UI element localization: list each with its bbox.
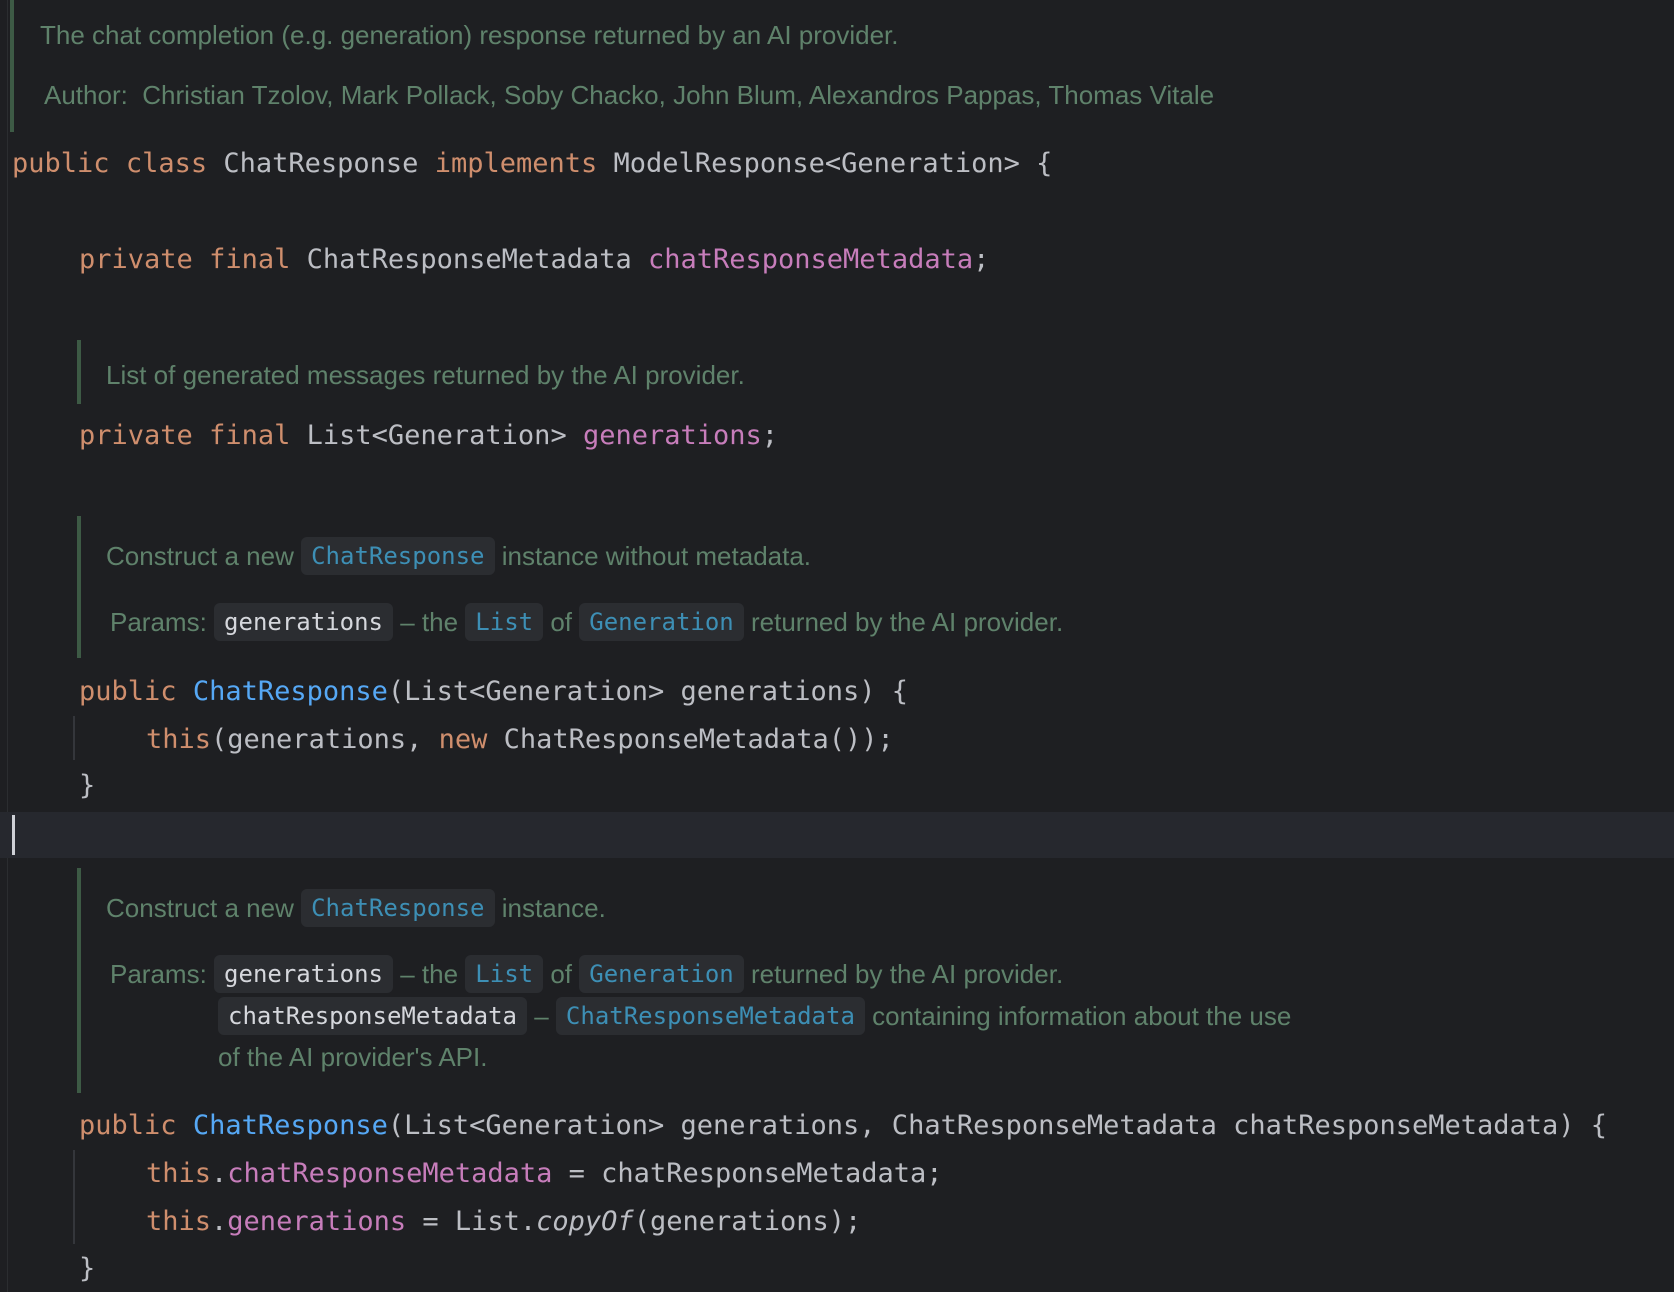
param-name: chatResponseMetadata	[218, 997, 527, 1035]
method-call[interactable]: copyOf	[536, 1206, 634, 1237]
code-text: = List.	[406, 1206, 537, 1237]
ctor1-close-brace[interactable]: }	[79, 769, 95, 803]
dot: .	[211, 1158, 228, 1189]
chat-response-metadata-link[interactable]: ChatResponseMetadata	[555, 997, 865, 1035]
close-brace: }	[79, 1253, 96, 1284]
ctor1-signature[interactable]: public ChatResponse(List<Generation> gen…	[79, 675, 908, 709]
class-name[interactable]: ChatResponse	[223, 148, 418, 179]
author-value: Christian Tzolov, Mark Pollack, Soby Cha…	[142, 80, 1215, 110]
code-text: = chatResponseMetadata;	[552, 1158, 943, 1189]
field-type[interactable]: ChatResponseMetadata	[307, 244, 632, 275]
field-doc-comment	[77, 340, 81, 404]
keyword-class: class	[125, 148, 208, 179]
doc-text: Construct a new	[106, 892, 294, 923]
text-caret	[12, 815, 15, 855]
params-label: Params:	[110, 958, 207, 989]
field-generations[interactable]: private final List<Generation> generatio…	[79, 419, 778, 453]
indent-guide	[73, 1150, 75, 1244]
doc-text: – the	[400, 958, 459, 989]
code-text: (generations);	[633, 1206, 862, 1237]
chat-response-link[interactable]: ChatResponse	[301, 889, 495, 927]
ctor1-body-line[interactable]: this(generations, new ChatResponseMetada…	[146, 723, 894, 757]
ctor2-doc-summary: Construct a new ChatResponse instance.	[106, 889, 606, 929]
ctor2-doc-param1: Params: generations – the List of Genera…	[110, 955, 1064, 995]
field-chat-response-metadata[interactable]: private final ChatResponseMetadata chatR…	[79, 243, 989, 277]
ctor2-body-line2[interactable]: this.generations = List.copyOf(generatio…	[146, 1205, 861, 1239]
field-type[interactable]: List<Generation>	[307, 420, 567, 451]
doc-text: returned by the AI provider.	[750, 606, 1064, 637]
param-name: generations	[214, 603, 393, 641]
keyword-implements: implements	[434, 148, 598, 179]
field-name[interactable]: chatResponseMetadata	[648, 244, 973, 275]
ctor1-doc-params: Params: generations – the List of Genera…	[110, 603, 1064, 643]
class-declaration[interactable]: public class ChatResponse implements Mod…	[12, 147, 1052, 181]
ctor-params[interactable]: (List<Generation> generations) {	[388, 676, 908, 707]
ctor2-doc-param2: chatResponseMetadata – ChatResponseMetad…	[218, 997, 1292, 1037]
doc-text: of	[550, 958, 573, 989]
param-name: generations	[214, 955, 393, 993]
doc-text: – the	[400, 606, 459, 637]
field-ref[interactable]: chatResponseMetadata	[227, 1158, 552, 1189]
code-text: ChatResponseMetadata());	[487, 724, 894, 755]
semicolon: ;	[761, 420, 779, 451]
keyword-this: this	[146, 724, 212, 755]
keyword-final: final	[209, 244, 291, 275]
list-link[interactable]: List	[465, 955, 544, 993]
indent-guide	[73, 716, 75, 760]
class-doc-comment	[10, 0, 14, 132]
generation-link[interactable]: Generation	[579, 603, 744, 641]
keyword-private: private	[79, 420, 193, 451]
code-editor[interactable]: The chat completion (e.g. generation) re…	[0, 0, 1674, 1292]
keyword-final: final	[209, 420, 291, 451]
class-doc-summary: The chat completion (e.g. generation) re…	[40, 20, 899, 50]
semicolon: ;	[973, 244, 990, 275]
class-doc-author: Author: Christian Tzolov, Mark Pollack, …	[44, 80, 1214, 110]
ctor2-doc-param2-cont: of the AI provider's API.	[218, 1042, 488, 1072]
field-name[interactable]: generations	[583, 420, 762, 451]
doc-text: instance.	[501, 892, 606, 923]
ctor2-doc-comment	[77, 868, 81, 1093]
doc-text: returned by the AI provider.	[750, 958, 1064, 989]
ctor2-signature[interactable]: public ChatResponse(List<Generation> gen…	[79, 1109, 1607, 1143]
keyword-new: new	[438, 724, 488, 755]
keyword-public: public	[12, 148, 110, 179]
ctor-params[interactable]: (List<Generation> generations, ChatRespo…	[388, 1110, 1607, 1141]
params-label: Params:	[110, 606, 207, 637]
gutter-divider	[7, 0, 8, 1292]
generation-link[interactable]: Generation	[579, 955, 744, 993]
doc-text: of	[550, 606, 573, 637]
close-brace: }	[79, 770, 96, 801]
doc-text: –	[534, 1000, 549, 1031]
author-label: Author:	[44, 80, 128, 110]
code-text: (generations,	[211, 724, 439, 755]
doc-text: instance without metadata.	[501, 540, 812, 571]
keyword-this: this	[146, 1206, 212, 1237]
list-link[interactable]: List	[465, 603, 544, 641]
constructor-name[interactable]: ChatResponse	[193, 676, 388, 707]
chat-response-link[interactable]: ChatResponse	[301, 537, 495, 575]
ctor1-doc-comment	[77, 516, 81, 658]
ctor2-body-line1[interactable]: this.chatResponseMetadata = chatResponse…	[146, 1157, 943, 1191]
ctor2-close-brace[interactable]: }	[79, 1252, 95, 1286]
ctor1-doc-summary: Construct a new ChatResponse instance wi…	[106, 537, 812, 577]
current-line-highlight	[0, 812, 1674, 858]
doc-text: containing information about the use	[872, 1000, 1292, 1031]
field-ref[interactable]: generations	[227, 1206, 406, 1237]
keyword-this: this	[146, 1158, 212, 1189]
field-doc-summary: List of generated messages returned by t…	[106, 360, 745, 390]
interface-name[interactable]: ModelResponse<Generation> {	[614, 148, 1053, 179]
keyword-public: public	[79, 676, 177, 707]
dot: .	[211, 1206, 228, 1237]
keyword-private: private	[79, 244, 193, 275]
keyword-public: public	[79, 1110, 177, 1141]
constructor-name[interactable]: ChatResponse	[193, 1110, 388, 1141]
doc-text: Construct a new	[106, 540, 294, 571]
